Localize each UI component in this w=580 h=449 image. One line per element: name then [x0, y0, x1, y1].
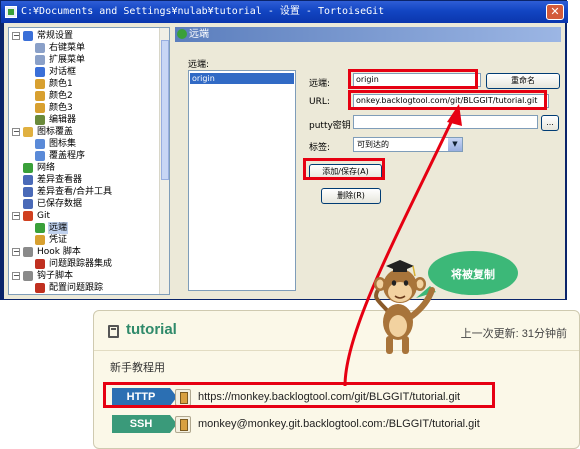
monkey-mascot-icon	[374, 260, 435, 354]
callout-text: 将被复制	[451, 268, 495, 281]
copy-arrow	[343, 113, 457, 387]
annotation-overlay	[343, 104, 518, 387]
